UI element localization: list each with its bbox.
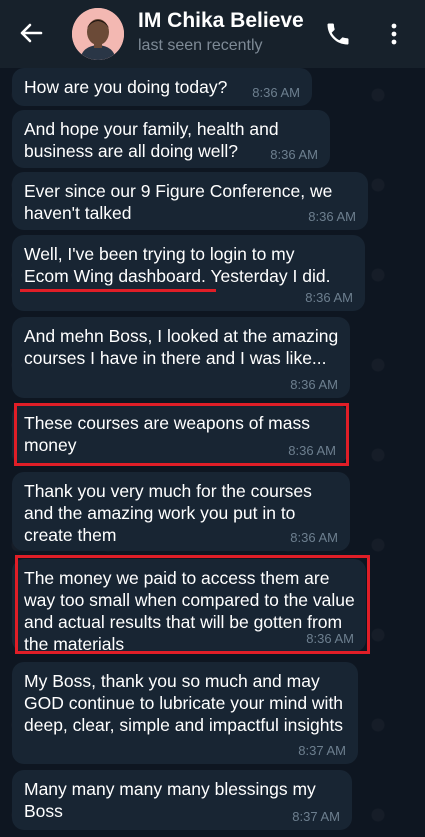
last-seen-status: last seen recently: [138, 37, 263, 54]
message-text: And hope your family, health and busines…: [24, 119, 279, 161]
message-time: 8:37 AM: [292, 809, 340, 824]
message-text-part: . Yesterday I did.: [201, 266, 331, 286]
chat-header: IM Chika Believe last seen recently: [0, 0, 425, 68]
message-bubble[interactable]: Many many many many blessings my Boss 8:…: [12, 770, 352, 830]
message-bubble[interactable]: And hope your family, health and busines…: [12, 110, 330, 168]
message-bubble[interactable]: And mehn Boss, I looked at the amazing c…: [12, 317, 350, 398]
message-time: 8:36 AM: [270, 147, 318, 162]
message-time: 8:36 AM: [305, 290, 353, 305]
message-text: And mehn Boss, I looked at the amazing c…: [24, 326, 339, 368]
message-bubble[interactable]: Well, I've been trying to login to my Ec…: [12, 235, 365, 311]
message-text: My Boss, thank you so much and may GOD c…: [24, 671, 344, 735]
message-time: 8:36 AM: [290, 377, 338, 392]
message-time: 8:37 AM: [298, 743, 346, 758]
message-time: 8:36 AM: [308, 209, 356, 224]
message-time: 8:36 AM: [252, 85, 300, 100]
message-time: 8:36 AM: [290, 530, 338, 545]
chat-title[interactable]: IM Chika Believe: [138, 9, 304, 33]
more-vertical-icon[interactable]: [384, 20, 404, 48]
highlight-box: [15, 555, 370, 654]
message-text: Well, I've been trying to login to my Ec…: [24, 243, 359, 287]
message-bubble[interactable]: How are you doing today? 8:36 AM: [12, 68, 312, 106]
phone-icon[interactable]: [324, 20, 352, 48]
back-arrow-icon[interactable]: [16, 18, 46, 48]
message-bubble[interactable]: Ever since our 9 Figure Conference, we h…: [12, 172, 368, 230]
ecom-wing-link[interactable]: Ecom Wing dashboard: [24, 266, 201, 286]
message-text-part: Well, I've been trying to login to my: [24, 244, 295, 264]
avatar[interactable]: [72, 8, 124, 60]
person-avatar-icon: [72, 8, 124, 60]
message-bubble[interactable]: Thank you very much for the courses and …: [12, 472, 350, 551]
highlight-box: [14, 403, 349, 466]
message-bubble[interactable]: My Boss, thank you so much and may GOD c…: [12, 662, 358, 764]
highlight-underline: [20, 289, 216, 292]
